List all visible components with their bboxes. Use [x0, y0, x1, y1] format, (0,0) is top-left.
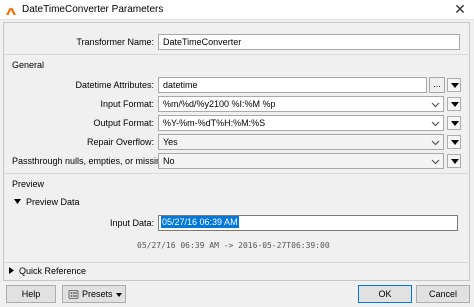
- triangle-down-icon: [451, 102, 459, 107]
- ok-button[interactable]: OK: [358, 285, 412, 303]
- preview-data-toggle[interactable]: Preview Data: [26, 197, 80, 208]
- quick-reference-toggle[interactable]: Quick Reference: [19, 266, 86, 277]
- attributes-menu-button[interactable]: [447, 78, 461, 92]
- presets-button[interactable]: Presets: [62, 285, 126, 303]
- input-format-combo[interactable]: %m/%d/%y2100 %I:%M %p: [158, 96, 444, 112]
- passthrough-select[interactable]: No: [158, 153, 444, 169]
- cancel-button[interactable]: Cancel: [416, 285, 470, 303]
- general-section-label: General: [12, 60, 45, 70]
- repair-overflow-select[interactable]: Yes: [158, 134, 444, 150]
- presets-label: Presets: [82, 289, 113, 299]
- triangle-down-icon: [451, 121, 459, 126]
- chevron-down-icon: [431, 159, 440, 165]
- triangle-right-icon[interactable]: [9, 267, 14, 274]
- chevron-down-icon: [431, 102, 440, 108]
- help-button[interactable]: Help: [6, 285, 56, 303]
- presets-icon: [68, 290, 79, 299]
- passthrough-value: No: [163, 156, 175, 166]
- preview-section-label: Preview: [12, 179, 45, 189]
- repair-overflow-menu-button[interactable]: [447, 135, 461, 149]
- triangle-down-icon[interactable]: [14, 199, 21, 204]
- divider: [4, 262, 470, 263]
- output-format-value: %Y-%m-%dT%H:%M:%S: [163, 118, 266, 128]
- title-bar: DateTimeConverter Parameters ✕: [0, 0, 474, 20]
- datetime-attributes-label: Datetime Attributes:: [75, 80, 154, 90]
- input-data-label: Input Data:: [109, 218, 154, 228]
- close-icon[interactable]: ✕: [452, 1, 468, 17]
- triangle-down-icon: [451, 159, 459, 164]
- input-format-value: %m/%d/%y2100 %I:%M %p: [163, 99, 276, 109]
- datetime-attributes-input[interactable]: datetime: [158, 77, 427, 93]
- triangle-down-icon: [451, 140, 459, 145]
- triangle-down-icon: [116, 293, 122, 297]
- output-format-label: Output Format:: [93, 118, 154, 128]
- repair-overflow-value: Yes: [163, 137, 178, 147]
- chevron-down-icon: [431, 121, 440, 127]
- fme-workbench-icon: [6, 5, 16, 15]
- divider: [4, 173, 470, 174]
- divider: [4, 54, 470, 55]
- browse-attributes-button[interactable]: ...: [429, 77, 445, 93]
- input-format-menu-button[interactable]: [447, 97, 461, 111]
- output-format-menu-button[interactable]: [447, 116, 461, 130]
- output-format-combo[interactable]: %Y-%m-%dT%H:%M:%S: [158, 115, 444, 131]
- chevron-down-icon: [431, 140, 440, 146]
- passthrough-menu-button[interactable]: [447, 154, 461, 168]
- window-title: DateTimeConverter Parameters: [22, 4, 164, 15]
- input-data-selected-text: 05/27/16 06:39 AM: [161, 216, 239, 228]
- input-data-field[interactable]: 05/27/16 06:39 AM: [158, 215, 458, 231]
- passthrough-label: Passthrough nulls, empties, or missing:: [12, 156, 169, 166]
- input-format-label: Input Format:: [100, 99, 154, 109]
- transformer-name-label: Transformer Name:: [76, 37, 154, 47]
- repair-overflow-label: Repair Overflow:: [86, 137, 154, 147]
- transformer-name-input[interactable]: DateTimeConverter: [158, 34, 460, 50]
- preview-result: 05/27/16 06:39 AM -> 2016-05-27T06:39:00: [137, 241, 330, 250]
- triangle-down-icon: [451, 83, 459, 88]
